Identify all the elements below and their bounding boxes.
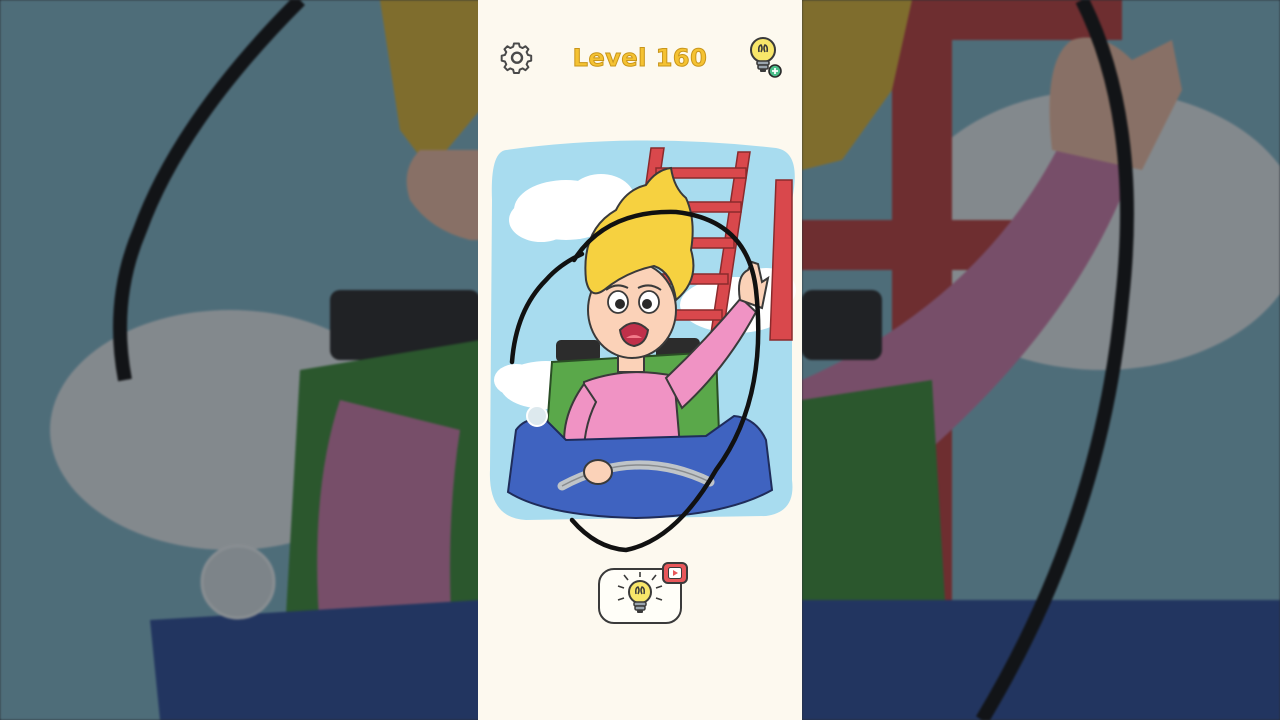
video-badge [662,562,688,584]
add-hint-button[interactable] [746,36,786,80]
lightbulb-plus-icon [746,37,786,84]
play-icon [668,564,682,583]
top-bar: Level 160 [478,36,802,84]
background-right [802,0,1280,720]
puzzle-scene[interactable] [486,140,798,560]
gear-icon [500,40,534,78]
level-title: Level 160 [572,44,708,73]
settings-button[interactable] [498,40,536,78]
lightbulb-icon [614,572,666,620]
background-left [0,0,480,720]
game-panel: Level 160 [478,0,802,720]
